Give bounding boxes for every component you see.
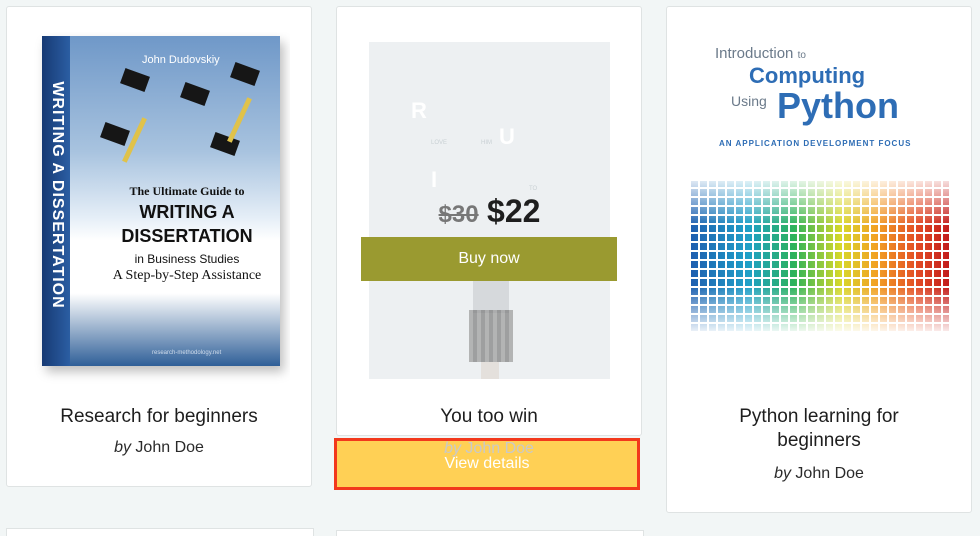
cover-line: The Ultimate Guide to: [129, 184, 245, 198]
new-price: $22: [487, 193, 541, 229]
dissertation-book-graphic: WRITING A DISSERTATION John Dudovskiy Th…: [42, 36, 280, 366]
cover-url: research-methodology.net: [152, 350, 222, 356]
book-card-python[interactable]: Introduction to Computing Using Python A…: [666, 6, 972, 513]
cover-python: Python: [777, 85, 899, 126]
cover-using: Using: [731, 93, 767, 109]
book-cover-image[interactable]: WRITING A DISSERTATION John Dudovskiy Th…: [32, 32, 290, 392]
book-author: by John Doe: [336, 440, 642, 458]
graduation-cap-icon: [180, 82, 210, 106]
cover-word: TO: [529, 186, 538, 192]
cover-line: in Business Studies: [134, 252, 240, 266]
by-label: by: [114, 439, 131, 456]
cover-intro: Introduction to: [715, 45, 806, 62]
cover-figure: [469, 310, 513, 362]
old-price: $30: [438, 201, 479, 228]
price: $30 $22: [369, 193, 610, 230]
author-name: John Doe: [795, 465, 864, 482]
cover-letter: R: [411, 98, 427, 123]
by-label: by: [444, 440, 461, 457]
cover-author: John Dudovskiy: [142, 54, 220, 66]
book-author: by John Doe: [7, 439, 311, 457]
cover-subtitle: AN APPLICATION DEVELOPMENT FOCUS: [719, 139, 912, 148]
spine-text: WRITING A DISSERTATION: [49, 81, 66, 309]
graduation-cap-icon: [230, 62, 260, 86]
cover-to-text: to: [797, 50, 806, 61]
graduation-cap-icon: [120, 68, 150, 92]
cover-word: LOVE: [431, 140, 448, 146]
author-name: John Doe: [135, 439, 204, 456]
book-card-research[interactable]: WRITING A DISSERTATION John Dudovskiy Th…: [6, 6, 312, 487]
cover-letter: I: [431, 167, 438, 192]
cover-figure: [481, 362, 499, 379]
book-title[interactable]: Python learning for beginners: [667, 405, 971, 453]
author-name: John Doe: [465, 440, 534, 457]
next-row-card: [336, 530, 644, 536]
book-title[interactable]: You too win: [337, 405, 641, 429]
book-card-you-too-win[interactable]: R U I LOVE HIM TO $30 $22 Buy now You to…: [336, 6, 642, 436]
graduation-cap-icon: [210, 132, 240, 156]
book-title[interactable]: Research for beginners: [7, 405, 311, 429]
pixel-fade: [691, 181, 949, 331]
cover-word: HIM: [481, 140, 492, 146]
cover-intro-text: Introduction: [715, 45, 794, 62]
book-spine: WRITING A DISSERTATION: [42, 36, 70, 366]
cover-line: WRITING A: [139, 202, 235, 222]
book-author: by John Doe: [667, 465, 971, 483]
cover-line: DISSERTATION: [121, 226, 253, 246]
tassel-icon: [227, 97, 252, 143]
cover-line: A Step-by-Step Assistance: [112, 268, 262, 283]
by-label: by: [774, 465, 791, 482]
graduation-cap-icon: [100, 122, 130, 146]
buy-now-button[interactable]: Buy now: [361, 237, 617, 281]
cover-figure: [473, 277, 509, 313]
cover-letter: U: [499, 124, 515, 149]
book-cover-image[interactable]: Introduction to Computing Using Python A…: [691, 41, 949, 371]
